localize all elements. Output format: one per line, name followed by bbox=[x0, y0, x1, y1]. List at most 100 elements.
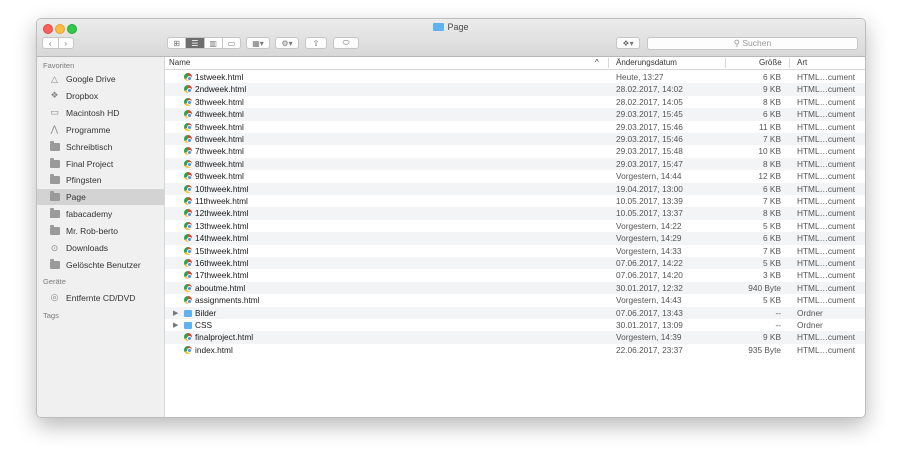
html-file-icon bbox=[184, 85, 192, 94]
forward-button[interactable]: › bbox=[59, 38, 74, 48]
folder-icon bbox=[49, 174, 60, 185]
column-divider[interactable] bbox=[725, 58, 726, 68]
file-date: 28.02.2017, 14:02 bbox=[616, 84, 683, 95]
column-divider[interactable] bbox=[789, 58, 790, 68]
disclosure-triangle-icon[interactable]: ▶ bbox=[173, 309, 178, 317]
table-row[interactable]: 11thweek.html 10.05.2017, 13:39 7 KB HTML…c… bbox=[165, 195, 865, 207]
sidebar-item-dropbox[interactable]: ❖ Dropbox bbox=[37, 88, 164, 104]
sidebar-item-programme[interactable]: ⋀ Programme bbox=[37, 122, 164, 138]
file-name: 11thweek.html bbox=[195, 196, 248, 206]
size-column-header[interactable]: Größe bbox=[759, 57, 782, 69]
sidebar-item-downloads[interactable]: ⊙ Downloads bbox=[37, 240, 164, 256]
icon-view-button[interactable]: ⊞ bbox=[168, 38, 187, 48]
search-field[interactable]: ⚲ Suchen bbox=[647, 37, 858, 50]
file-size: 935 Byte bbox=[748, 344, 781, 355]
table-row[interactable]: 13thweek.html Vorgestern, 14:22 5 KB HTML…c… bbox=[165, 220, 865, 232]
disclosure-triangle-icon[interactable]: ▶ bbox=[173, 321, 178, 329]
file-size: 8 KB bbox=[763, 96, 781, 107]
gear-icon: ⚙▾ bbox=[281, 38, 293, 48]
tags-button[interactable]: ⬭ bbox=[333, 37, 359, 49]
sidebar-item-google-drive[interactable]: △ Google Drive bbox=[37, 71, 164, 87]
table-row[interactable]: 6thweek.html 29.03.2017, 15:46 7 KB HTML…cu… bbox=[165, 133, 865, 146]
file-kind: HTML…cument bbox=[797, 84, 856, 95]
list-view-button[interactable]: ☰ bbox=[186, 38, 205, 48]
file-kind: HTML…cument bbox=[797, 121, 856, 132]
file-kind: HTML…cument bbox=[797, 96, 856, 107]
file-date: 07.06.2017, 14:22 bbox=[616, 258, 683, 268]
sidebar-item-label: Entfernte CD/DVD bbox=[66, 292, 136, 303]
file-date: 29.03.2017, 15:46 bbox=[616, 121, 683, 132]
file-name: 4thweek.html bbox=[195, 109, 244, 120]
file-name: 3thweek.html bbox=[195, 96, 244, 107]
table-row[interactable]: 7thweek.html 29.03.2017, 15:48 10 KB HTML…c… bbox=[165, 145, 865, 157]
arrange-button[interactable]: ▦▾ bbox=[246, 37, 270, 49]
table-row[interactable]: 10thweek.html 19.04.2017, 13:00 6 KB HTML…c… bbox=[165, 182, 865, 195]
file-kind: HTML…cument bbox=[797, 134, 856, 144]
column-view-button[interactable]: ▥ bbox=[205, 38, 223, 48]
table-row[interactable]: 8thweek.html 29.03.2017, 15:47 8 KB HTML…cu… bbox=[165, 157, 865, 171]
file-size: -- bbox=[775, 320, 781, 330]
table-row[interactable]: assignments.html Vorgestern, 14:43 5 KB HTM… bbox=[165, 294, 865, 306]
tag-icon: ⬭ bbox=[342, 38, 350, 47]
file-list: Name ^ Änderungsdatum Größe Art 1stweek.… bbox=[165, 57, 865, 417]
table-row[interactable]: 1stweek.html Heute, 13:27 6 KB HTML…cument bbox=[165, 71, 865, 83]
sidebar-item-pfingsten[interactable]: Pfingsten bbox=[37, 172, 164, 188]
html-file-icon bbox=[184, 147, 192, 156]
file-size: -- bbox=[775, 307, 781, 318]
file-date: 29.03.2017, 15:47 bbox=[616, 158, 683, 169]
downloads-icon: ⊙ bbox=[50, 242, 59, 253]
action-button[interactable]: ⚙▾ bbox=[275, 37, 299, 49]
table-row[interactable]: 15thweek.html Vorgestern, 14:33 7 KB HTML…c… bbox=[165, 245, 865, 257]
back-button[interactable]: ‹ bbox=[43, 38, 59, 48]
table-row[interactable]: 5thweek.html 29.03.2017, 15:46 11 KB HTML…c… bbox=[165, 121, 865, 133]
file-date: Vorgestern, 14:29 bbox=[616, 233, 682, 244]
folder-icon bbox=[184, 309, 192, 317]
file-date: 29.03.2017, 15:46 bbox=[616, 134, 683, 144]
sidebar-item-macintosh-hd[interactable]: ▭ Macintosh HD bbox=[37, 105, 164, 121]
table-row[interactable]: aboutme.html 30.01.2017, 12:32 940 Byte HTM… bbox=[165, 281, 865, 295]
sidebar-item-schreibtisch[interactable]: Schreibtisch bbox=[37, 139, 164, 155]
table-row[interactable]: 9thweek.html Vorgestern, 14:44 12 KB HTML…c… bbox=[165, 170, 865, 182]
folder-icon bbox=[184, 322, 192, 329]
table-row[interactable]: 3thweek.html 28.02.2017, 14:05 8 KB HTML…cu… bbox=[165, 96, 865, 108]
file-kind: HTML…cument bbox=[797, 332, 856, 343]
file-date: Heute, 13:27 bbox=[616, 72, 664, 82]
html-file-icon bbox=[184, 221, 192, 230]
table-row[interactable]: index.html 22.06.2017, 23:37 935 Byte HTML…… bbox=[165, 344, 865, 356]
table-row[interactable]: finalproject.html Vorgestern, 14:39 9 KB HT… bbox=[165, 331, 865, 344]
file-name: 10thweek.html bbox=[195, 183, 249, 194]
table-row[interactable]: 2ndweek.html 28.02.2017, 14:02 9 KB HTML…cu… bbox=[165, 83, 865, 96]
table-row[interactable]: 17thweek.html 07.06.2017, 14:20 3 KB HTML…c… bbox=[165, 269, 865, 281]
devices-heading: Geräte bbox=[43, 276, 66, 286]
sidebar-item-gel-schte-benutzer[interactable]: Gelöschte Benutzer bbox=[37, 257, 164, 273]
dropbox-button[interactable]: ❖▾ bbox=[616, 37, 640, 49]
file-name: 2ndweek.html bbox=[195, 84, 247, 95]
file-size: 12 KB bbox=[758, 171, 781, 182]
sidebar-item-label: Mr. Rob-berto bbox=[66, 226, 118, 237]
file-date: 29.03.2017, 15:48 bbox=[616, 146, 683, 157]
google-drive-icon: △ bbox=[51, 73, 58, 84]
file-date: 10.05.2017, 13:39 bbox=[616, 196, 683, 206]
sidebar-item-final-project[interactable]: Final Project bbox=[37, 156, 164, 172]
table-row[interactable]: 14thweek.html Vorgestern, 14:29 6 KB HTML…c… bbox=[165, 232, 865, 245]
sidebar-item-page[interactable]: Page bbox=[37, 189, 164, 206]
date-column-header[interactable]: Änderungsdatum bbox=[616, 57, 677, 69]
sidebar-item-entfernte-cd-dvd[interactable]: ◎ Entfernte CD/DVD bbox=[37, 290, 164, 306]
kind-column-header[interactable]: Art bbox=[797, 57, 807, 69]
column-view-icon: ▥ bbox=[209, 38, 217, 48]
table-row[interactable]: 12thweek.html 10.05.2017, 13:37 8 KB HTML…c… bbox=[165, 207, 865, 220]
file-name: 14thweek.html bbox=[195, 233, 249, 244]
table-row[interactable]: 16thweek.html 07.06.2017, 14:22 5 KB HTML…c… bbox=[165, 257, 865, 270]
html-file-icon bbox=[184, 110, 192, 119]
name-column-header[interactable]: Name bbox=[169, 57, 190, 69]
gallery-view-button[interactable]: ▭ bbox=[223, 38, 240, 48]
table-row[interactable]: ▶ CSS 30.01.2017, 13:09 -- Ordner bbox=[165, 319, 865, 331]
file-kind: HTML…cument bbox=[797, 196, 856, 206]
sidebar-item-fabacademy[interactable]: fabacademy bbox=[37, 206, 164, 222]
column-divider[interactable] bbox=[608, 58, 609, 68]
table-row[interactable]: 4thweek.html 29.03.2017, 15:45 6 KB HTML…cu… bbox=[165, 108, 865, 121]
table-row[interactable]: ▶ Bilder 07.06.2017, 13:43 -- Ordner bbox=[165, 306, 865, 319]
share-button[interactable]: ⇧ bbox=[305, 37, 327, 49]
sidebar-item-mr-rob-berto[interactable]: Mr. Rob-berto bbox=[37, 223, 164, 239]
file-kind: HTML…cument bbox=[797, 220, 856, 231]
